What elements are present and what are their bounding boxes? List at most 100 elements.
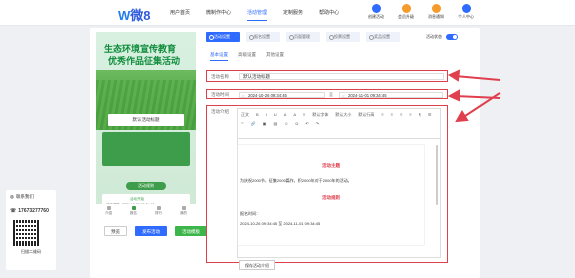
editor-scrollbar[interactable]	[436, 145, 438, 205]
publish-button[interactable]: 发布活动	[135, 226, 167, 236]
sub-tabs: 基本设置 高级设置 其他设置	[210, 52, 284, 61]
tab-advanced[interactable]: 高级设置	[238, 52, 256, 58]
preview-stats-card	[102, 132, 190, 166]
top-icon-bar: 创建活动 会员升级 消息通知 个人中心	[368, 4, 474, 20]
toolbar-font-family[interactable]: 默认字体	[312, 111, 328, 118]
main-panel: 生态环境宣传教育 优秀作品征集活动 默认活动标题 活动规则 活动开始 活动开始:…	[90, 28, 480, 278]
qr-label: 扫描二维码	[21, 249, 41, 254]
home-icon	[106, 206, 111, 210]
content-text-intro: 为庆祝2000节，征集2000篇作，积2000年对于2000年的活动。	[240, 178, 352, 183]
logo[interactable]: W微8	[118, 5, 151, 24]
toolbar-indent[interactable]: ¶	[419, 111, 421, 118]
contact-link[interactable]: ◍ 联系我们	[10, 194, 52, 200]
user-icon	[181, 206, 186, 210]
preview-tab-intro[interactable]: 介绍	[105, 206, 112, 216]
plus-icon	[371, 4, 381, 13]
preview-activity-name: 默认活动标题	[108, 114, 184, 126]
nav-item-make[interactable]: 微制作中心	[206, 9, 231, 16]
preview-tab-signup[interactable]: 报名	[130, 206, 137, 216]
qr-code	[13, 220, 39, 246]
status-toggle-group: 活动状态	[426, 34, 458, 40]
editor-content[interactable]: 活动主题 为庆祝2000节，征集2000篇作，积2000年对于2000年的活动。…	[238, 139, 440, 257]
action-buttons: 预览 发布活动 活动模板	[104, 226, 207, 236]
profile-button[interactable]: 个人中心	[458, 4, 474, 20]
status-toggle-label: 活动状态	[426, 34, 442, 39]
toolbar-list[interactable]: ≡	[303, 111, 305, 118]
nav-item-activity[interactable]: 活动管理	[247, 9, 268, 21]
top-navbar: W微8 用户首页 微制作中心 活动管理 定制服务 帮助中心 创建活动 会员升级 …	[0, 0, 575, 26]
notifications-button[interactable]: 消息通知	[428, 4, 444, 20]
toolbar-undo[interactable]: ↶	[305, 120, 308, 127]
preview-title-line2: 优秀作品征集活动	[108, 56, 181, 66]
create-activity-button[interactable]: 创建活动	[368, 4, 384, 20]
toolbar-paragraph[interactable]: 正文	[241, 111, 249, 118]
status-toggle[interactable]	[446, 34, 458, 40]
activity-desc-row: 活动介绍 正文 B I U A A ≡ 默认字体 默认大小 默认行高 ≡ ≡ ≡…	[206, 105, 448, 270]
editor-page: 活动主题 为庆祝2000节，征集2000篇作，积2000年对于2000年的活动。…	[238, 145, 424, 245]
toolbar-line-height[interactable]: 默认行高	[358, 111, 374, 118]
activity-time-row: 活动时间 2024-10-26 09:34:45 至 2024-11-01 09…	[206, 89, 448, 99]
contact-panel: ◍ 联系我们 ☏ 17673277760 扫描二维码	[6, 190, 56, 270]
preview-button[interactable]: 预览	[104, 226, 127, 236]
step-activity[interactable]: 活动设置	[206, 32, 240, 42]
nav-item-home[interactable]: 用户首页	[170, 9, 190, 16]
toolbar-font-color[interactable]: A	[284, 111, 287, 118]
toolbar-align-center[interactable]: ≡	[391, 111, 393, 118]
content-text-dates: 2024-10-26 09:34:45 至 2024-11-01 09:34:4…	[240, 221, 321, 226]
editor-toolbar: 正文 B I U A A ≡ 默认字体 默认大小 默认行高 ≡ ≡ ≡ ≡ ¶ …	[238, 109, 440, 139]
phone-icon: ☏	[10, 208, 17, 214]
activity-desc-label: 活动介绍	[211, 109, 229, 114]
step-tabs: 活动设置 报名设置 页面管理 投票设置 奖品设置	[206, 32, 400, 42]
main-nav: 用户首页 微制作中心 活动管理 定制服务 帮助中心	[170, 9, 339, 21]
toolbar-align-left[interactable]: ≡	[381, 111, 383, 118]
phone-number: ☏ 17673277760	[10, 208, 49, 214]
start-time-input[interactable]: 2024-10-26 09:34:45	[239, 92, 325, 98]
content-text-signup: 报名时间：	[240, 211, 260, 216]
activity-name-input[interactable]: 默认活动标题	[239, 73, 444, 80]
step-vote[interactable]: 投票设置	[326, 32, 360, 42]
nav-item-help[interactable]: 帮助中心	[319, 9, 339, 16]
preview-box-subtitle: 活动开始	[130, 197, 144, 201]
chat-icon: ◍	[10, 194, 14, 199]
toolbar-italic[interactable]: I	[266, 111, 267, 118]
toolbar-redo[interactable]: ↷	[316, 120, 319, 127]
preview-tab-mine[interactable]: 我的	[180, 206, 187, 216]
toolbar-align-right[interactable]: ≡	[400, 111, 402, 118]
activity-time-label: 活动时间	[211, 92, 229, 97]
toolbar-justify[interactable]: ≡	[409, 111, 411, 118]
signup-icon	[131, 206, 136, 210]
end-time-input[interactable]: 2024-11-01 09:34:45	[339, 92, 443, 98]
bell-icon	[431, 4, 441, 13]
content-title-theme: 活动主题	[322, 163, 340, 168]
toolbar-special-char[interactable]: Ω	[295, 120, 298, 127]
toolbar-image[interactable]: ▣	[263, 120, 267, 127]
tab-other[interactable]: 其他设置	[266, 52, 284, 58]
activity-name-label: 活动名称	[211, 74, 229, 79]
toolbar-font-size[interactable]: 默认大小	[335, 111, 351, 118]
save-intro-button[interactable]: 保存活动介绍	[239, 260, 275, 270]
toolbar-link[interactable]: 🔗	[251, 120, 256, 127]
preview-rules-button[interactable]: 活动规则	[126, 182, 166, 190]
upgrade-button[interactable]: 会员升级	[398, 4, 414, 20]
preview-tabbar: 介绍 报名 排行 我的	[96, 204, 196, 218]
rich-text-editor[interactable]: 正文 B I U A A ≡ 默认字体 默认大小 默认行高 ≡ ≡ ≡ ≡ ¶ …	[237, 108, 441, 258]
step-pages[interactable]: 页面管理	[286, 32, 320, 42]
toolbar-quote[interactable]: “”	[241, 120, 244, 127]
preview-tab-rank[interactable]: 排行	[155, 206, 162, 216]
content-title-rules: 活动规则	[322, 195, 340, 200]
toolbar-bg-color[interactable]: A	[293, 111, 296, 118]
step-prize[interactable]: 奖品设置	[366, 32, 400, 42]
toolbar-ordered[interactable]: ☰	[428, 111, 432, 118]
user-icon	[461, 4, 471, 13]
rank-icon	[156, 206, 161, 210]
toolbar-bold[interactable]: B	[256, 111, 259, 118]
toolbar-underline[interactable]: U	[274, 111, 277, 118]
activity-name-row: 活动名称 默认活动标题	[206, 70, 448, 82]
step-signup[interactable]: 报名设置	[246, 32, 280, 42]
mobile-preview: 生态环境宣传教育 优秀作品征集活动 默认活动标题 活动规则 活动开始 活动开始:…	[96, 32, 196, 216]
nav-item-custom[interactable]: 定制服务	[283, 9, 303, 16]
tab-basic[interactable]: 基本设置	[210, 52, 228, 61]
template-button[interactable]: 活动模板	[175, 226, 207, 236]
toolbar-emoji[interactable]: ☺	[284, 120, 288, 127]
toolbar-table[interactable]: ▤	[273, 120, 277, 127]
